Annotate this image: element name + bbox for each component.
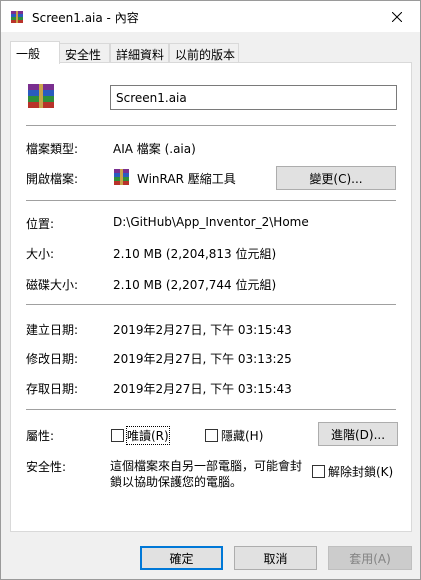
checkbox-box[interactable] xyxy=(205,429,218,442)
readonly-checkbox[interactable]: 唯讀(R) xyxy=(111,426,170,445)
cancel-button[interactable]: 取消 xyxy=(234,546,317,570)
created-label: 建立日期: xyxy=(26,323,79,337)
file-type-label: 檔案類型: xyxy=(26,142,79,156)
security-warning-text: 這個檔案來自另一部電腦，可能會封鎖以協助保護您的電腦。 xyxy=(110,459,303,489)
divider xyxy=(26,409,396,410)
window-title: Screen1.aia - 內容 xyxy=(32,11,139,25)
winrar-icon xyxy=(114,169,129,185)
location-value: D:\GitHub\App_Inventor_2\Home xyxy=(113,215,309,229)
hidden-label: 隱藏(H) xyxy=(221,429,264,443)
advanced-button[interactable]: 進階(D)... xyxy=(318,422,398,446)
hidden-checkbox[interactable]: 隱藏(H) xyxy=(205,427,263,444)
security-label: 安全性: xyxy=(26,460,67,474)
size-value: 2.10 MB (2,204,813 位元組) xyxy=(113,247,277,261)
size-label: 大小: xyxy=(26,247,55,261)
close-icon xyxy=(392,11,402,22)
close-button[interactable] xyxy=(374,1,420,32)
title-bar[interactable]: Screen1.aia - 內容 xyxy=(1,1,420,32)
size-on-disk-value: 2.10 MB (2,207,744 位元組) xyxy=(113,278,277,292)
unblock-checkbox[interactable]: 解除封鎖(K) xyxy=(312,463,393,480)
readonly-label: 唯讀(R) xyxy=(126,426,170,445)
divider xyxy=(26,304,396,305)
file-type-value: AIA 檔案 (.aia) xyxy=(113,142,196,156)
winrar-archive-icon xyxy=(11,11,23,23)
checkbox-box[interactable] xyxy=(312,465,325,478)
modified-value: 2019年2月27日, 下午 03:13:25 xyxy=(113,352,292,366)
created-value: 2019年2月27日, 下午 03:15:43 xyxy=(113,323,292,337)
size-on-disk-label: 磁碟大小: xyxy=(26,278,79,292)
winrar-archive-icon xyxy=(28,84,54,108)
attributes-label: 屬性: xyxy=(26,429,55,443)
opens-with-value: WinRAR 壓縮工具 xyxy=(137,172,236,186)
change-button[interactable]: 變更(C)... xyxy=(276,166,396,190)
divider xyxy=(26,125,396,126)
checkbox-box[interactable] xyxy=(111,429,124,442)
apply-button[interactable]: 套用(A) xyxy=(328,546,412,570)
file-name-input[interactable] xyxy=(110,85,397,110)
tab-security[interactable]: 安全性 xyxy=(59,43,110,63)
unblock-label: 解除封鎖(K) xyxy=(328,465,394,479)
tab-details[interactable]: 詳細資料 xyxy=(110,43,169,63)
general-tab-panel: 檔案類型: AIA 檔案 (.aia) 開啟檔案: WinRAR 壓縮工具 變更… xyxy=(10,62,412,532)
tab-previous-versions[interactable]: 以前的版本 xyxy=(169,43,239,63)
divider xyxy=(26,200,396,201)
ok-button[interactable]: 確定 xyxy=(140,546,223,570)
modified-label: 修改日期: xyxy=(26,352,79,366)
accessed-value: 2019年2月27日, 下午 03:15:43 xyxy=(113,382,292,396)
properties-dialog: Screen1.aia - 內容 一般 安全性 詳細資料 以前的版本 檔案類型:… xyxy=(0,0,421,580)
location-label: 位置: xyxy=(26,217,55,231)
tab-general[interactable]: 一般 xyxy=(10,41,60,64)
accessed-label: 存取日期: xyxy=(26,382,79,396)
opens-with-label: 開啟檔案: xyxy=(26,172,79,186)
